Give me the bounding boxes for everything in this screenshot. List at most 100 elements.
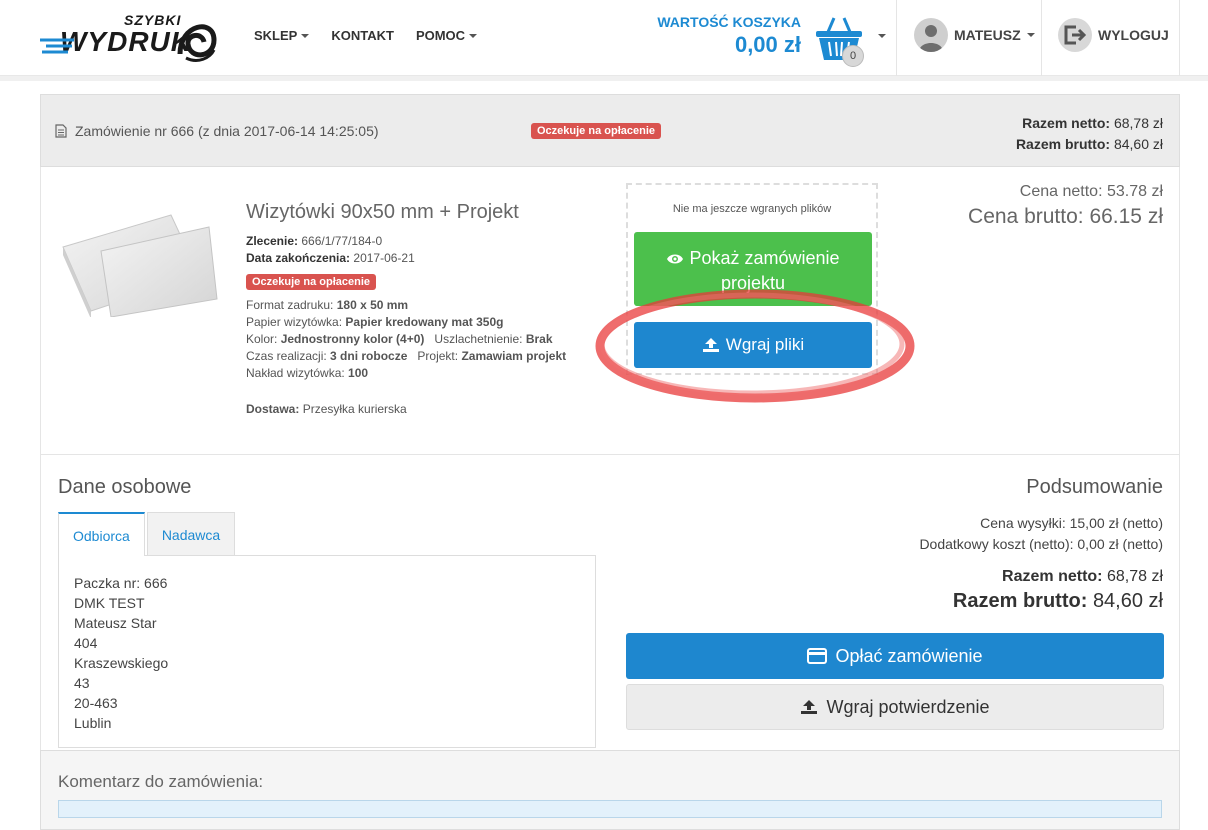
order-item: Wizytówki 90x50 mm + Projekt Zlecenie: 6…	[40, 167, 1180, 455]
dostawa-value: Przesyłka kurierska	[302, 402, 407, 416]
uszl-value: Brak	[525, 332, 553, 346]
address-panel: Paczka nr: 666 DMK TEST Mateusz Star 404…	[58, 555, 596, 748]
business-cards-image	[62, 214, 218, 317]
dostawa-label: Dostawa:	[246, 402, 300, 416]
product-status-badge: Oczekuje na opłacenie	[246, 274, 376, 290]
caret-down-icon	[301, 33, 310, 38]
comment-input[interactable]	[58, 800, 1162, 818]
tab-odbiorca[interactable]: Odbiorca	[58, 512, 145, 556]
comment-label: Komentarz do zamówienia:	[58, 772, 264, 791]
address-line: Paczka nr: 666	[74, 575, 168, 591]
upload-files-label: Wgraj pliki	[725, 335, 805, 354]
order-header: Zamówienie nr 666 (z dnia 2017-06-14 14:…	[40, 94, 1180, 167]
address-line: Kraszewskiego	[74, 655, 169, 671]
address-line: 404	[74, 635, 98, 651]
papier-value: Papier kredowany mat 350g	[345, 315, 504, 329]
item-price: Cena netto: 53.78 zł Cena brutto: 66.15 …	[968, 183, 1163, 229]
papier-label: Papier wizytówka:	[246, 315, 343, 329]
zlecenie-label: Zlecenie:	[246, 234, 299, 248]
summary-costs: Cena wysyłki: 15,00 zł (netto) Dodatkowy…	[919, 513, 1163, 555]
document-icon	[55, 124, 67, 138]
naklad-value: 100	[348, 366, 369, 380]
show-project-label: Pokaż zamówienie projektu	[689, 248, 840, 293]
nav-item-sklep[interactable]: SKLEP	[254, 28, 310, 43]
user-icon	[919, 25, 943, 52]
upload-files-button[interactable]: Wgraj pliki	[634, 322, 872, 368]
czas-value: 3 dni robocze	[330, 349, 408, 363]
upload-confirmation-button[interactable]: Wgraj potwierdzenie	[626, 684, 1164, 730]
file-upload-area[interactable]: Nie ma jeszcze wgranych plików Pokaż zam…	[626, 183, 878, 375]
address-line: Lublin	[74, 715, 112, 731]
upload-confirmation-label: Wgraj potwierdzenie	[826, 696, 990, 717]
main-nav: SKLEP KONTAKT POMOC	[254, 28, 478, 43]
user-name: MATEUSZ	[954, 27, 1021, 43]
upload-note: Nie ma jeszcze wgranych plików	[672, 203, 832, 215]
status-badge: Oczekuje na opłacenie	[531, 123, 661, 139]
czas-label: Czas realizacji:	[246, 349, 327, 363]
address-tabs: Odbiorca Nadawca	[58, 512, 236, 556]
zlecenie-value: 666/1/77/184-0	[301, 234, 383, 248]
logo-swoosh-icon	[40, 38, 74, 54]
item-price-netto: Cena netto: 53.78 zł	[1019, 183, 1163, 200]
caret-down-icon	[1026, 33, 1035, 37]
upload-icon	[801, 700, 818, 714]
show-project-button[interactable]: Pokaż zamówienie projektu	[634, 232, 872, 306]
projekt-label: Projekt:	[417, 349, 459, 363]
projekt-value: Zamawiam projekt	[461, 349, 567, 363]
avatar	[914, 18, 948, 52]
summary-netto-label: Razem netto:	[1002, 568, 1103, 585]
eye-icon	[667, 254, 684, 264]
nav-item-kontakt[interactable]: KONTAKT	[331, 28, 394, 43]
credit-card-icon	[807, 648, 828, 664]
kolor-label: Kolor:	[246, 332, 278, 346]
header-divider	[1041, 0, 1042, 76]
total-netto-label: Razem netto:	[1022, 115, 1111, 131]
site-header: SZYBKI WYDRUK SKLEP KONTAKT POMOC WARTOŚ…	[0, 0, 1208, 76]
logo-wave-icon	[177, 24, 217, 62]
upload-icon	[702, 338, 719, 352]
logout-label: WYLOGUJ	[1098, 27, 1169, 43]
nav-item-pomoc[interactable]: POMOC	[415, 28, 478, 43]
nav-item-label: POMOC	[415, 28, 466, 43]
header-divider	[1179, 0, 1180, 76]
uszl-label: Uszlachetnienie:	[434, 332, 523, 346]
extra-cost: Dodatkowy koszt (netto): 0,00 zł (netto)	[919, 536, 1163, 552]
comment-section: Komentarz do zamówienia:	[40, 750, 1180, 830]
address-line: 20-463	[74, 695, 118, 711]
header-strip	[0, 76, 1208, 81]
caret-down-icon	[469, 33, 478, 38]
shipping-cost: Cena wysyłki: 15,00 zł (netto)	[980, 515, 1163, 531]
cart-caret-down-icon[interactable]	[878, 34, 886, 38]
summary-totals: Razem netto: 68,78 zł Razem brutto: 84,6…	[953, 568, 1163, 613]
tab-nadawca[interactable]: Nadawca	[146, 512, 236, 556]
user-menu[interactable]: MATEUSZ	[914, 18, 1035, 52]
pay-order-label: Opłać zamówienie	[835, 645, 983, 666]
address-line: Mateusz Star	[74, 615, 157, 631]
logout-icon	[1058, 18, 1092, 52]
cart-label[interactable]: WARTOŚĆ KOSZYKA	[657, 14, 801, 30]
header-divider	[896, 0, 897, 76]
nav-item-label: KONTAKT	[331, 28, 394, 43]
product-specs: Format zadruku: 180 x 50 mm Papier wizyt…	[246, 297, 566, 418]
data-value: 2017-06-21	[353, 251, 415, 265]
cart-count-badge: 0	[842, 45, 864, 67]
total-netto-value: 68,78 zł	[1113, 115, 1163, 131]
cart-value[interactable]: 0,00 zł	[735, 32, 801, 58]
personal-heading: Dane osobowe	[58, 476, 192, 498]
summary-brutto-label: Razem brutto:	[952, 590, 1088, 612]
pay-order-button[interactable]: Opłać zamówienie	[626, 633, 1164, 679]
logo[interactable]: SZYBKI WYDRUK	[38, 10, 218, 66]
format-label: Format zadruku:	[246, 298, 334, 312]
product-name: Wizytówki 90x50 mm + Projekt	[246, 201, 519, 223]
format-value: 180 x 50 mm	[336, 298, 409, 312]
details-section: Dane osobowe Odbiorca Nadawca Paczka nr:…	[40, 455, 1180, 750]
total-brutto-value: 84,60 zł	[1113, 136, 1163, 152]
address-line: 43	[74, 675, 90, 691]
logout-button[interactable]: WYLOGUJ	[1058, 18, 1169, 52]
summary-heading: Podsumowanie	[1026, 476, 1163, 498]
data-label: Data zakończenia:	[246, 251, 351, 265]
total-brutto-label: Razem brutto:	[1015, 136, 1111, 152]
summary-netto-value: 68,78 zł	[1106, 568, 1163, 585]
summary-brutto-value: 84,60 zł	[1092, 590, 1163, 612]
nav-item-label: SKLEP	[254, 28, 298, 43]
